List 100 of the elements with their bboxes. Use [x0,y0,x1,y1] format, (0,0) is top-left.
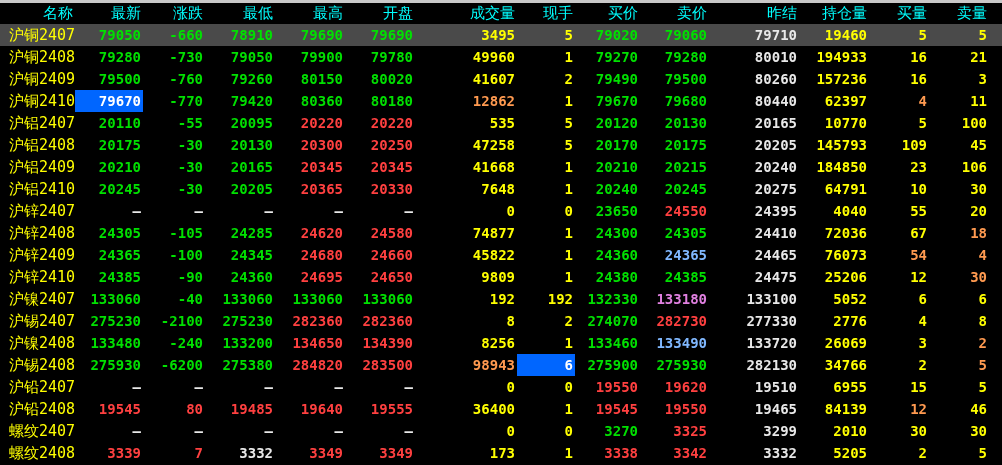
table-cell: 20275 [754,181,797,197]
column-header[interactable]: 最低 [205,3,275,24]
table-cell: 20130 [664,115,707,131]
table-cell: 3338 [604,445,638,461]
column-header[interactable]: 名称 [0,3,75,24]
contract-name: 沪铝2408 [8,135,75,156]
table-cell: 20210 [98,159,141,175]
table-cell: 79900 [300,49,343,65]
table-cell: 3 [978,71,987,87]
column-header[interactable]: 成交量 [415,3,517,24]
column-header[interactable]: 持仓量 [799,3,869,24]
column-header[interactable]: 昨结 [709,3,799,24]
table-cell: 134650 [292,335,343,351]
table-cell: 3342 [673,445,707,461]
table-cell: 5 [978,379,987,395]
table-cell: 80260 [754,71,797,87]
column-header[interactable]: 开盘 [345,3,415,24]
table-cell: 12862 [472,93,515,109]
table-cell: 49960 [472,49,515,65]
table-cell: 20110 [98,115,141,131]
table-cell: 24580 [370,225,413,241]
table-cell: -40 [177,291,203,307]
table-cell: — [404,379,413,395]
column-header[interactable]: 卖价 [640,3,709,24]
table-cell: — [132,203,141,219]
table-cell: 16 [910,49,927,65]
table-cell: 5 [918,115,927,131]
table-cell: 0 [564,423,573,439]
table-cell: 282730 [656,313,707,329]
table-cell: 20210 [595,159,638,175]
quote-row[interactable]: 沪铜2407 79050 -660 78910 79690 79690 3495 5 79020 79060 79710 19460 5 5 [0,24,1002,46]
table-cell: -30 [177,181,203,197]
table-cell: 134390 [362,335,413,351]
table-cell: 5 [918,27,927,43]
table-cell: 79670 [98,93,141,109]
table-cell: 4040 [833,203,867,219]
table-cell: 24360 [230,269,273,285]
table-cell: 277330 [746,313,797,329]
table-cell: 8256 [481,335,515,351]
column-header[interactable]: 涨跌 [143,3,205,24]
table-cell: — [334,379,343,395]
table-cell: 20250 [370,137,413,153]
table-cell: 79280 [98,49,141,65]
table-cell: 0 [564,203,573,219]
column-header[interactable]: 买量 [869,3,929,24]
contract-name: 螺纹2407 [8,421,75,442]
table-cell: 55 [910,203,927,219]
table-cell: 19550 [664,401,707,417]
table-cell: 79280 [664,49,707,65]
table-cell: 6955 [833,379,867,395]
table-cell: 24285 [230,225,273,241]
table-cell: -105 [169,225,203,241]
table-cell: 46 [970,401,987,417]
table-cell: 79020 [595,27,638,43]
table-cell: 275900 [587,357,638,373]
table-cell: 15 [910,379,927,395]
table-cell: 45822 [472,247,515,263]
table-cell: 24345 [230,247,273,263]
column-header[interactable]: 现手 [517,3,575,24]
table-cell: 20165 [754,115,797,131]
table-cell: 1 [564,93,573,109]
table-cell: 24380 [595,269,638,285]
table-cell: -730 [169,49,203,65]
table-cell: 24680 [300,247,343,263]
table-cell: 283500 [362,357,413,373]
table-cell: 79490 [595,71,638,87]
table-cell: 284820 [292,357,343,373]
table-cell: 10770 [824,115,867,131]
table-cell: 8 [978,313,987,329]
table-cell: 133200 [222,335,273,351]
table-cell: 24300 [595,225,638,241]
table-cell: 192 [489,291,515,307]
table-cell: 18 [970,225,987,241]
contract-name: 沪锌2407 [8,201,75,222]
table-cell: 19545 [595,401,638,417]
table-cell: 133100 [746,291,797,307]
table-cell: 274070 [587,313,638,329]
table-cell: 19510 [754,379,797,395]
table-cell: 20175 [664,137,707,153]
table-cell: 24305 [98,225,141,241]
table-cell: 79500 [98,71,141,87]
table-cell: 36400 [472,401,515,417]
table-cell: 80010 [754,49,797,65]
table-cell: 79060 [664,27,707,43]
contract-name: 螺纹2408 [8,443,75,464]
table-cell: 145793 [816,137,867,153]
table-cell: 79260 [230,71,273,87]
contract-name: 沪铝2407 [8,113,75,134]
table-cell: 80440 [754,93,797,109]
table-cell: 2 [564,71,573,87]
column-header[interactable]: 最新 [75,3,143,24]
column-header[interactable]: 最高 [275,3,345,24]
table-cell: 133060 [222,291,273,307]
column-header[interactable]: 买价 [575,3,640,24]
table-cell: 3332 [763,445,797,461]
table-cell: -6200 [160,357,203,373]
table-cell: 25206 [824,269,867,285]
table-cell: 20240 [754,159,797,175]
table-cell: 2 [564,313,573,329]
column-header[interactable]: 卖量 [929,3,989,24]
